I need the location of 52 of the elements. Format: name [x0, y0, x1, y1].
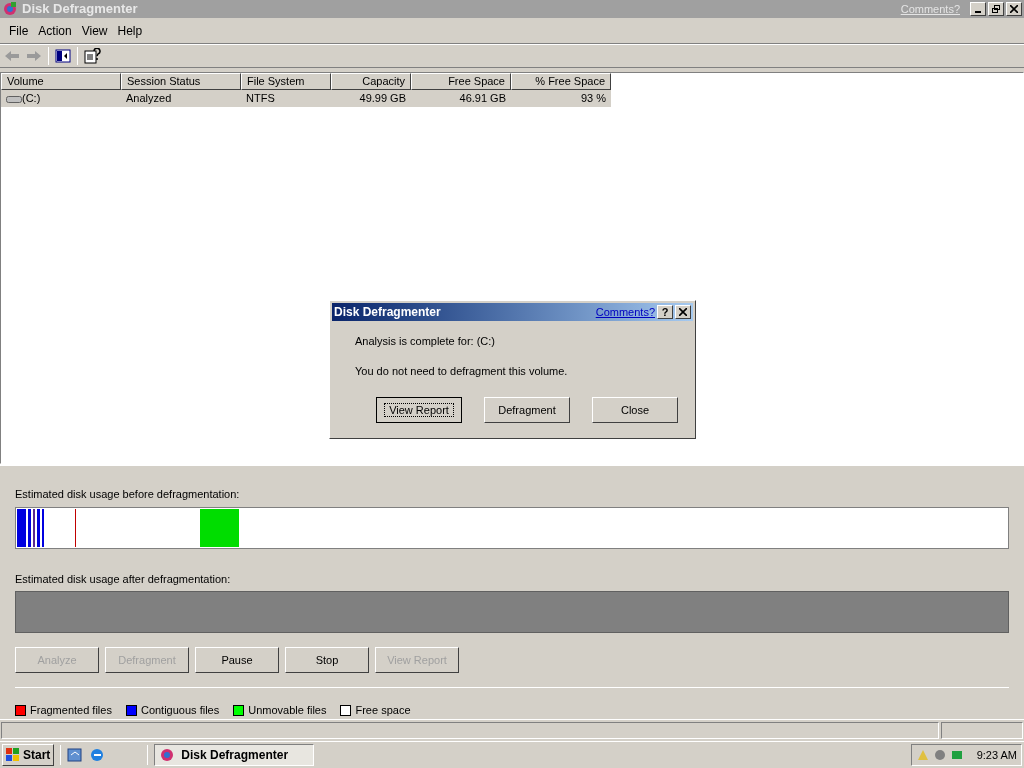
table-row[interactable]: (C:) Analyzed NTFS 49.99 GB 46.91 GB 93 %: [1, 90, 611, 107]
start-button[interactable]: Start: [2, 744, 55, 766]
network-icon[interactable]: [949, 748, 964, 762]
column-header[interactable]: Session Status: [121, 73, 241, 90]
menu-item[interactable]: File: [4, 22, 34, 40]
close-icon: [679, 308, 687, 316]
close-button[interactable]: [1006, 2, 1022, 16]
menu-item[interactable]: Help: [112, 22, 148, 40]
menu-item[interactable]: View: [76, 22, 113, 40]
minimize-button[interactable]: [970, 2, 986, 16]
app-icon: [2, 1, 18, 17]
column-header[interactable]: Free Space: [411, 73, 511, 90]
legend-label: Fragmented files: [30, 703, 112, 718]
restore-button[interactable]: [988, 2, 1004, 16]
clock: 9:23 AM: [976, 747, 1017, 763]
flag-icon: [6, 748, 20, 762]
column-header[interactable]: Volume: [1, 73, 121, 90]
action-button[interactable]: Pause: [195, 647, 279, 673]
table-cell-text: 46.91 GB: [459, 91, 506, 107]
action-button[interactable]: Stop: [285, 647, 369, 673]
column-header[interactable]: % Free Space: [511, 73, 611, 90]
help-button[interactable]: ?: [657, 305, 673, 319]
table-cell-text: Analyzed: [126, 91, 172, 107]
section-label: Estimated disk usage after defragmentation:: [15, 571, 232, 587]
dialog-message: You do not need to defragment this volume.: [355, 363, 569, 379]
section-label: Estimated disk usage before defragmentation:: [15, 487, 241, 502]
column-header[interactable]: Capacity: [331, 73, 411, 90]
restore-icon: [992, 5, 1000, 13]
legend-label: Free space: [355, 703, 411, 718]
close-icon: [1010, 5, 1018, 13]
comments-link[interactable]: Comments?: [595, 303, 655, 321]
dialog-message: Analysis is complete for: (C:): [355, 334, 496, 349]
help-document-icon[interactable]: [84, 48, 102, 64]
table-cell-text: NTFS: [246, 91, 275, 107]
app-icon: [159, 747, 176, 763]
dialog-button[interactable]: Defragment: [484, 397, 570, 423]
dialog-title: Disk Defragmenter: [334, 304, 441, 321]
column-header[interactable]: File System: [241, 73, 331, 90]
table-cell-text: 49.99 GB: [359, 91, 406, 107]
dialog-button[interactable]: View Report: [376, 397, 462, 423]
panel-icon[interactable]: [55, 49, 71, 63]
legend-label: Contiguous files: [140, 703, 220, 718]
table-cell-text: (C:): [22, 91, 41, 107]
dialog-button[interactable]: Close: [592, 397, 678, 423]
menu-item[interactable]: Action: [33, 22, 77, 40]
table-cell-text: 93 %: [580, 91, 606, 107]
desktop-icon[interactable]: [67, 747, 84, 763]
close-button[interactable]: [675, 305, 691, 319]
drive-icon: [6, 93, 22, 104]
taskbar-button[interactable]: Disk Defragmenter: [154, 744, 315, 766]
window-title: Disk Defragmenter: [22, 0, 138, 19]
legend-label: Unmovable files: [248, 703, 327, 718]
